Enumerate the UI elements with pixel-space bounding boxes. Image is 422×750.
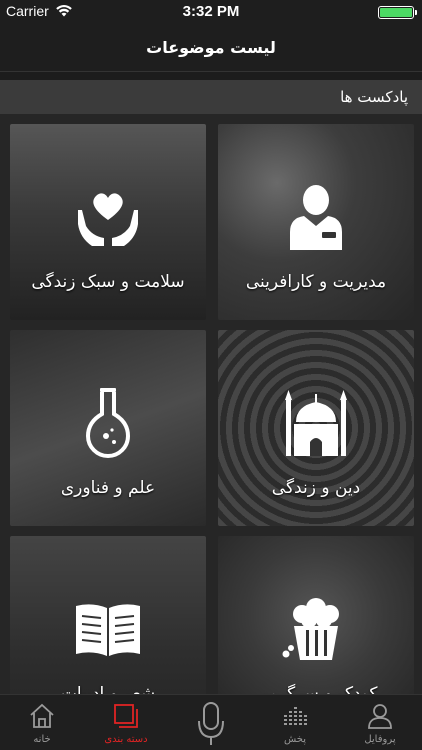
flask-icon [85,388,131,458]
heart-hands-icon [78,193,138,246]
tab-bar: خانه دسته بندی پخش پروفایل [0,694,422,750]
category-label: علم و فناوری [60,478,156,498]
category-label: کودک و سرگرمی [254,684,378,694]
category-tile-religion[interactable]: دین و زندگی [218,330,414,526]
category-tile-science[interactable]: علم و فناوری [10,330,206,526]
popcorn-icon [282,598,339,660]
tab-categories[interactable]: دسته بندی [84,695,168,750]
tab-home[interactable]: خانه [0,695,84,750]
navigation-bar: لیست موضوعات [0,24,422,72]
section-title: پادکست ها [340,88,408,106]
category-tile-health[interactable]: سلامت و سبک زندگی [10,124,206,320]
microphone-icon [198,702,224,745]
book-icon [76,604,140,656]
categories-icon [114,704,138,728]
tab-profile[interactable]: پروفایل [338,695,422,750]
tab-label: خانه [33,734,51,745]
section-header: پادکست ها [0,80,422,114]
clock: 3:32 PM [182,3,240,20]
home-icon [30,703,54,728]
mosque-icon [285,390,347,456]
status-bar: Carrier 3:32 PM [0,0,422,24]
tab-label: دسته بندی [104,734,148,745]
category-label: شعر و ادبیات [60,684,156,694]
category-grid: مدیریت و کارافرینی سلامت و سبک زندگی دین… [0,114,422,694]
category-label: دین و زندگی [271,478,361,498]
profile-icon [368,704,392,729]
category-tile-management[interactable]: مدیریت و کارافرینی [218,124,414,320]
businessman-icon [290,185,342,250]
tab-label: پخش [284,734,306,745]
category-tile-kids[interactable]: کودک و سرگرمی [218,536,414,694]
equalizer-icon [284,707,307,725]
page-title: لیست موضوعات [146,38,276,57]
category-tile-literature[interactable]: شعر و ادبیات [10,536,206,694]
tab-microphone[interactable] [169,695,253,750]
tab-label: پروفایل [364,734,396,745]
category-label: مدیریت و کارافرینی [245,272,387,292]
battery-icon [378,6,417,19]
category-label: سلامت و سبک زندگی [31,272,185,292]
tab-player[interactable]: پخش [253,695,337,750]
